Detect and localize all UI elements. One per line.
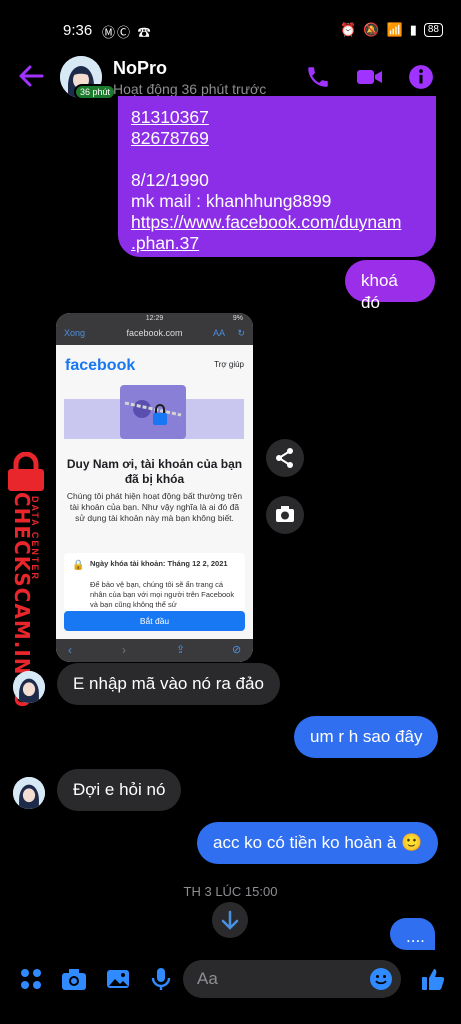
- message-line: 8/12/1990: [131, 170, 209, 190]
- padlock-logo-icon: [8, 452, 44, 491]
- lock-date: Ngày khóa tài khoản: Tháng 12 2, 2021: [90, 559, 228, 568]
- reload-icon: ↻: [237, 328, 245, 338]
- wifi-icon: 📶: [386, 22, 403, 37]
- sent-message-bubble[interactable]: um r h sao đây: [294, 716, 439, 758]
- compass-icon: ⊘: [232, 644, 242, 656]
- sent-message-bubble[interactable]: 81310367 82678769 8/12/1990 mk mail : kh…: [118, 96, 436, 257]
- mute-icon: 🔕: [363, 22, 380, 37]
- status-right-icons: ⏰ 🔕 📶 ▮ 88: [340, 22, 443, 38]
- active-time-badge: 36 phút: [74, 84, 117, 100]
- apps-grid-icon[interactable]: [18, 966, 44, 992]
- phone-call-icon[interactable]: [305, 64, 331, 90]
- notification-icons: ⓂⒸ ☎: [102, 25, 153, 40]
- battery-icon: 88: [423, 23, 443, 37]
- camera-icon: [276, 506, 294, 522]
- locked-paragraph: Chúng tôi phát hiện hoạt động bất thường…: [66, 491, 243, 523]
- message-line: 82678769: [131, 128, 209, 148]
- status-bar: 9:36 ⓂⒸ ☎ ⏰ 🔕 📶 ▮ 88: [0, 0, 461, 40]
- message-line: 81310367: [131, 107, 209, 127]
- sent-message-bubble[interactable]: ....: [390, 918, 435, 950]
- camera-save-button[interactable]: [266, 496, 304, 534]
- screenshot-battery: 9%: [232, 315, 243, 322]
- scroll-to-bottom-button[interactable]: [212, 902, 248, 938]
- lock-description: Để bảo vệ bạn, chúng tôi sẽ ẩn trang cá …: [90, 580, 235, 608]
- locked-heading: Duy Nam ơi, tài khoản của bạn đã bị khóa: [66, 457, 243, 486]
- checkscam-watermark: CHECKSCAM.INFO DATA CENTER: [2, 452, 52, 708]
- message-line: mk mail : khanhhung8899: [131, 191, 332, 211]
- lock-icon: 🔒: [72, 560, 85, 571]
- gallery-icon[interactable]: [105, 966, 131, 992]
- status-time: 9:36: [63, 22, 93, 39]
- message-input[interactable]: [195, 968, 349, 990]
- thumbs-up-icon[interactable]: [420, 966, 446, 992]
- video-call-icon[interactable]: [356, 64, 384, 90]
- contact-name[interactable]: NoPro: [113, 58, 167, 79]
- camera-icon[interactable]: [60, 966, 88, 992]
- sent-message-bubble[interactable]: khoá đó: [345, 260, 435, 312]
- watermark-subtitle: DATA CENTER: [30, 496, 40, 581]
- lock-info-card: 🔒 Ngày khóa tài khoản: Tháng 12 2, 2021 …: [64, 553, 245, 611]
- sent-message-bubble[interactable]: acc ko có tiền ko hoàn à 🙂: [197, 822, 439, 864]
- alarm-icon: ⏰: [340, 22, 357, 37]
- anime-avatar-icon: [13, 777, 45, 809]
- message-link[interactable]: .phan.37: [131, 233, 199, 254]
- facebook-logo: facebook: [65, 357, 136, 374]
- contact-avatar-small[interactable]: [13, 671, 45, 703]
- start-button: Bắt đầu: [64, 611, 245, 631]
- contact-avatar-small[interactable]: [13, 777, 45, 809]
- info-icon[interactable]: [408, 64, 434, 90]
- back-icon: ‹: [68, 643, 72, 657]
- emoji-icon[interactable]: [369, 967, 393, 991]
- browser-bottombar: ‹ › ⇪ ⊘: [56, 639, 253, 662]
- share-icon: ⇪: [176, 644, 186, 656]
- screenshot-time: 12:29: [145, 315, 164, 322]
- share-icon: [276, 448, 293, 468]
- arrow-down-icon: [221, 910, 239, 930]
- browser-aa-label: AA: [212, 328, 225, 338]
- activity-status: Hoạt động 36 phút trước: [113, 81, 267, 97]
- received-message-bubble[interactable]: Đợi e hỏi nó: [57, 769, 182, 811]
- signal-icon: ▮: [409, 22, 417, 37]
- forward-icon: ›: [122, 643, 126, 657]
- anime-avatar-icon: [13, 671, 45, 703]
- shared-screenshot-image[interactable]: 12:29 9% Xong facebook.com AA ↻ facebook…: [56, 313, 253, 662]
- share-button[interactable]: [266, 439, 304, 477]
- message-timestamp: TH 3 LÚC 15:00: [183, 884, 278, 899]
- help-link: Trợ giúp: [214, 360, 244, 369]
- locked-safe-icon: [120, 385, 186, 439]
- received-message-bubble[interactable]: E nhập mã vào nó ra đảo: [57, 663, 280, 705]
- microphone-icon[interactable]: [148, 966, 174, 992]
- message-link[interactable]: https://www.facebook.com/duynam: [131, 212, 401, 233]
- back-arrow-icon[interactable]: [16, 62, 46, 90]
- message-composer[interactable]: [183, 960, 401, 998]
- browser-topbar: 12:29 9% Xong facebook.com AA ↻: [56, 313, 253, 345]
